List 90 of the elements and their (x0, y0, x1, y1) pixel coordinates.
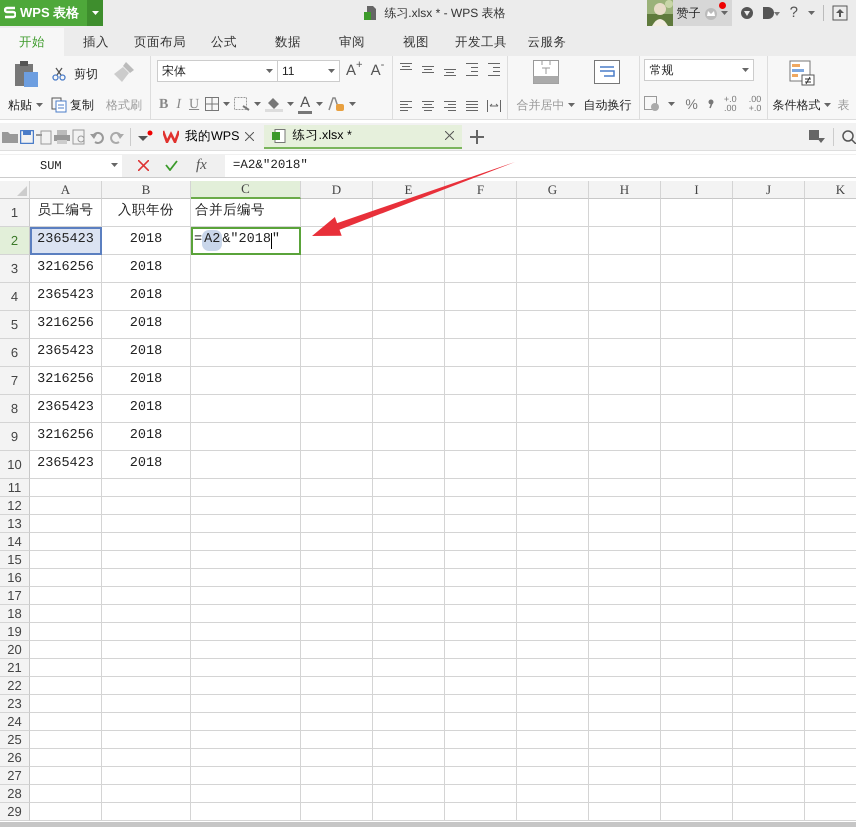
row-header[interactable]: 15 (0, 551, 30, 569)
column-header[interactable]: I (661, 181, 733, 199)
ribbon-tab[interactable]: 页面布局 (128, 28, 192, 56)
table-cell: 3216256 (30, 255, 102, 283)
table-cell: 2365423 (30, 395, 102, 423)
ribbon-tab[interactable]: 视图 (384, 28, 448, 56)
row-header[interactable]: 6 (0, 339, 30, 367)
column-header[interactable]: C (191, 181, 301, 199)
row-header[interactable]: 24 (0, 713, 30, 731)
table-cell: 入职年份 (102, 199, 191, 227)
table-cell: 3216256 (30, 367, 102, 395)
ribbon-tab[interactable]: 公式 (192, 28, 256, 56)
grow-font-button[interactable]: A$^{+}$ (344, 59, 365, 83)
row-header[interactable]: 10 (0, 451, 30, 479)
row-header[interactable]: 23 (0, 695, 30, 713)
table-cell: 2365423 (30, 227, 102, 255)
table-cell: 2018 (102, 395, 191, 423)
table-cell: 2365423 (30, 339, 102, 367)
row-header[interactable]: 9 (0, 423, 30, 451)
copy-button[interactable]: 复制 (49, 93, 100, 117)
column-header[interactable]: F (445, 181, 517, 199)
decrease-decimal-button[interactable]: .00 +.0 (746, 92, 764, 116)
column-header[interactable]: E (373, 181, 445, 199)
column-header[interactable]: J (733, 181, 805, 199)
row-header[interactable]: 22 (0, 677, 30, 695)
table-cell: 2018 (102, 283, 191, 311)
table-cell: 合并后编号 (191, 199, 301, 227)
cut-button[interactable]: 剪切 (49, 62, 100, 86)
shrink-font-button[interactable]: A$^{-}$ (368, 59, 386, 83)
row-header[interactable]: 3 (0, 255, 30, 283)
row-header[interactable]: 28 (0, 785, 30, 803)
row-header[interactable]: 16 (0, 569, 30, 587)
table-cell: 2365423 (30, 283, 102, 311)
ribbon-tab[interactable]: 云服务 (514, 28, 580, 56)
table-cell: 2018 (102, 255, 191, 283)
table-cell: 2018 (102, 367, 191, 395)
row-header[interactable]: 13 (0, 515, 30, 533)
row-header[interactable]: 29 (0, 803, 30, 821)
row-header[interactable]: 25 (0, 731, 30, 749)
column-header[interactable]: K (805, 181, 856, 199)
document-tab[interactable]: 练习.xlsx * (264, 124, 462, 148)
ribbon-tab[interactable]: 开发工具 (448, 28, 514, 56)
row-header[interactable]: 5 (0, 311, 30, 339)
column-header[interactable]: B (102, 181, 191, 199)
paste-button[interactable]: 粘贴 (6, 58, 45, 116)
row-header[interactable]: 7 (0, 367, 30, 395)
row-header[interactable]: 17 (0, 587, 30, 605)
window-title: 练习.xlsx * - WPS 表格 (384, 5, 506, 22)
percent-button[interactable]: % (683, 92, 700, 116)
column-header[interactable]: G (517, 181, 589, 199)
table-cell: 2365423 (30, 451, 102, 479)
row-header[interactable]: 11 (0, 479, 30, 497)
formula-input[interactable]: =A2&″2018″ (224, 154, 856, 176)
wrap-text-button[interactable]: 自动换行 (581, 58, 634, 116)
row-header[interactable]: 4 (0, 283, 30, 311)
row-header[interactable]: 8 (0, 395, 30, 423)
row-header[interactable]: 19 (0, 623, 30, 641)
row-header[interactable]: 12 (0, 497, 30, 515)
table-cell: 3216256 (30, 423, 102, 451)
conditional-format-button[interactable]: 条件格式 (770, 58, 834, 116)
increase-decimal-button[interactable]: +.0 .00 (722, 92, 739, 116)
table-cell: 2018 (102, 451, 191, 479)
row-header[interactable]: 1 (0, 199, 30, 227)
cell-editor[interactable]: =A2&″2018″ (191, 227, 301, 255)
row-header[interactable]: 18 (0, 605, 30, 623)
ribbon-tab[interactable]: 审阅 (320, 28, 384, 56)
insert-function-button[interactable]: fx (194, 154, 209, 178)
font-color-button[interactable]: A (298, 94, 312, 114)
column-header[interactable]: A (30, 181, 102, 199)
document-tab[interactable]: 我的WPS (155, 124, 262, 148)
table-cell: 2018 (102, 311, 191, 339)
font-name-select[interactable]: 宋体 (157, 60, 278, 82)
name-box[interactable]: SUM (0, 154, 122, 176)
row-header[interactable]: 2 (0, 227, 30, 255)
table-cell: 2018 (102, 423, 191, 451)
column-header[interactable]: H (589, 181, 661, 199)
row-header[interactable]: 27 (0, 767, 30, 785)
row-header[interactable]: 21 (0, 659, 30, 677)
table-cell: 2018 (102, 339, 191, 367)
table-cell: 3216256 (30, 311, 102, 339)
row-header[interactable]: 14 (0, 533, 30, 551)
ribbon-tab[interactable]: 数据 (256, 28, 320, 56)
font-size-select[interactable]: 11 (278, 60, 340, 82)
help-button[interactable]: ? (788, 1, 800, 25)
ribbon-tab[interactable]: 插入 (64, 28, 128, 56)
row-header[interactable]: 20 (0, 641, 30, 659)
table-cell: 2018 (102, 227, 191, 255)
row-header[interactable]: 26 (0, 749, 30, 767)
number-format-select[interactable]: 常规 (644, 59, 754, 81)
column-header[interactable]: D (301, 181, 373, 199)
